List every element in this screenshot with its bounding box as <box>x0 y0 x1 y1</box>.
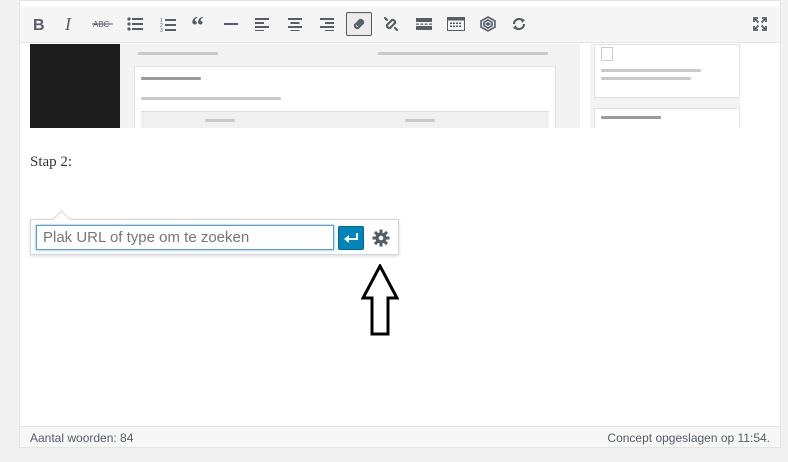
screenshot-inner-box <box>134 66 556 128</box>
align-left-icon <box>255 17 269 31</box>
toolbar-toggle-button[interactable] <box>443 12 469 36</box>
horizontal-line-icon <box>224 23 238 25</box>
align-left-button[interactable] <box>249 12 275 36</box>
align-right-button[interactable] <box>314 12 340 36</box>
italic-button[interactable]: I <box>57 12 83 36</box>
save-status: Concept opgeslagen op 11:54. <box>607 431 770 445</box>
layers-icon <box>480 16 496 32</box>
remove-link-button[interactable] <box>378 12 404 36</box>
svg-text:B: B <box>33 17 45 32</box>
enter-icon <box>344 233 358 243</box>
numbered-list-icon: 123 <box>160 18 176 32</box>
italic-icon: I <box>64 16 72 32</box>
strikethrough-icon: ABC <box>92 20 113 29</box>
refresh-button[interactable] <box>506 12 532 36</box>
link-popover <box>30 210 399 255</box>
word-count: Aantal woorden: 84 <box>30 431 134 445</box>
refresh-icon <box>512 17 526 31</box>
apply-link-button[interactable] <box>338 226 364 250</box>
blockquote-button[interactable]: “ <box>186 12 212 36</box>
layers-button[interactable] <box>475 12 501 36</box>
read-more-button[interactable] <box>411 12 437 36</box>
horizontal-line-button[interactable] <box>218 12 244 36</box>
paragraph-text[interactable]: Stap 2: <box>30 154 72 171</box>
embedded-screenshot-image[interactable] <box>30 44 740 128</box>
keyboard-icon <box>447 17 465 31</box>
strikethrough-button[interactable]: ABC <box>90 12 116 36</box>
bullet-list-icon <box>127 17 143 31</box>
svg-text:I: I <box>64 16 72 32</box>
numbered-list-button[interactable]: 123 <box>155 12 181 36</box>
align-center-button[interactable] <box>282 12 308 36</box>
screenshot-main-panel <box>120 44 580 128</box>
fullscreen-icon <box>753 17 767 31</box>
read-more-icon <box>416 18 432 30</box>
align-center-icon <box>288 17 302 31</box>
editor-toolbar: B I ABC 123 “ <box>20 7 780 43</box>
quote-icon: “ <box>191 17 204 31</box>
svg-text:3: 3 <box>160 28 163 32</box>
url-search-input[interactable] <box>36 225 334 250</box>
gear-icon <box>372 229 390 247</box>
up-arrow-icon <box>361 264 399 336</box>
link-icon <box>353 18 365 30</box>
bold-icon: B <box>33 17 45 32</box>
screenshot-side-panel <box>590 44 740 128</box>
screenshot-dark-sidebar <box>30 44 120 128</box>
align-right-icon <box>320 17 334 31</box>
svg-text:“: “ <box>191 17 204 31</box>
insert-link-button[interactable] <box>346 12 372 36</box>
fullscreen-button[interactable] <box>747 12 773 36</box>
link-settings-button[interactable] <box>369 226 393 250</box>
bullet-list-button[interactable] <box>122 12 148 36</box>
unlink-icon <box>383 16 399 32</box>
editor-statusbar: Aantal woorden: 84 Concept opgeslagen op… <box>20 426 780 447</box>
bold-button[interactable]: B <box>26 12 52 36</box>
